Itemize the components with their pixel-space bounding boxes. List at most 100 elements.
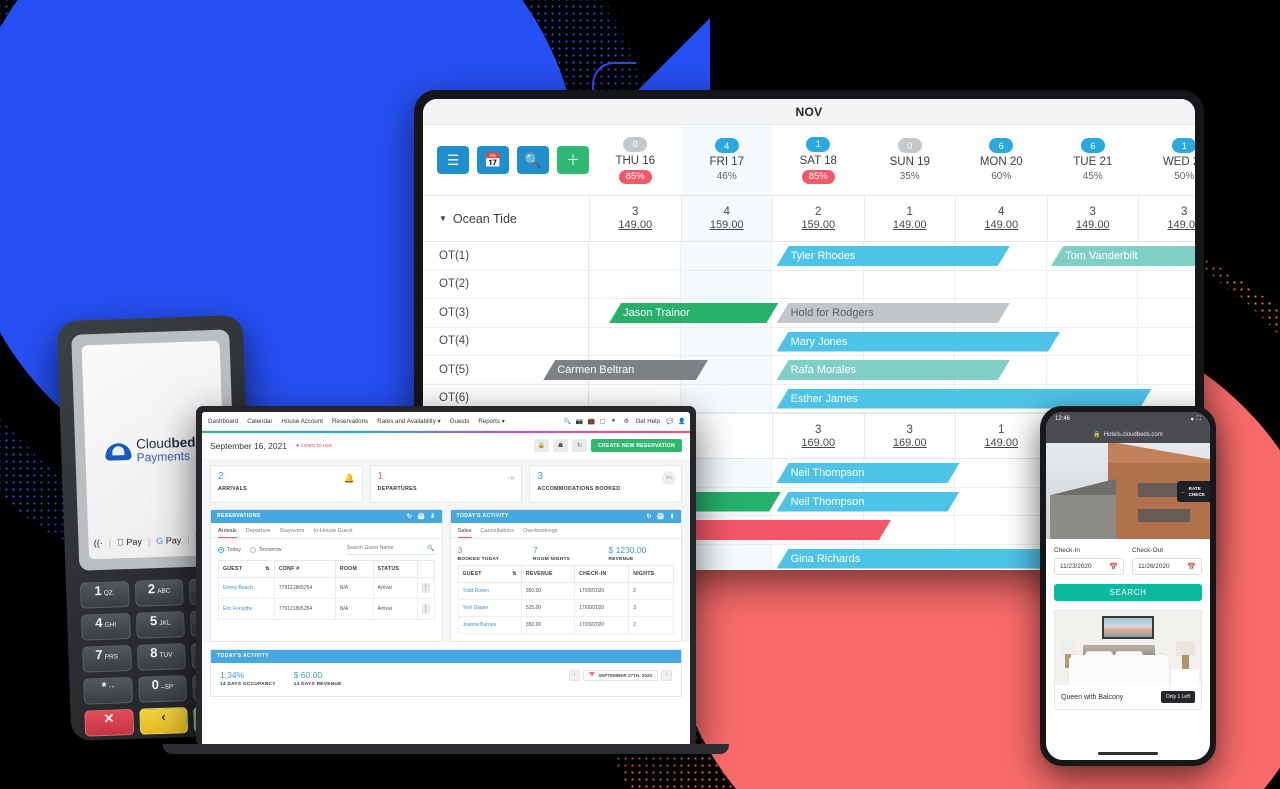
keypad-key-0[interactable]: 0 –SP: [137, 675, 188, 703]
reservation-bar[interactable]: Tyler Rhodes: [777, 246, 1010, 266]
radio-tomorrow[interactable]: Tomorrow: [249, 546, 282, 553]
more-options-icon[interactable]: ⋮: [421, 582, 430, 593]
prev-period-button[interactable]: ‹: [569, 669, 581, 681]
rate-cell[interactable]: 2 159.00: [772, 196, 864, 241]
calendar-cell[interactable]: [955, 459, 1047, 487]
calendar-cell[interactable]: [1138, 356, 1195, 384]
tab-stayovers[interactable]: Stayovers: [280, 528, 305, 538]
calendar-room-row[interactable]: OT(4) Mary Jones: [423, 327, 1195, 356]
rate-check-tab[interactable]: ← RATE CHECK: [1177, 481, 1210, 503]
calendar-cell[interactable]: [1138, 299, 1195, 327]
date-range-pill[interactable]: 📅 SEPTEMBER 27TH, 2020: [583, 669, 658, 681]
next-period-button[interactable]: ›: [661, 669, 672, 681]
reservation-bar[interactable]: Gina Richards: [777, 549, 1061, 569]
rate-cell[interactable]: 1 149.00: [955, 414, 1047, 458]
chat-icon[interactable]: 💬: [666, 418, 673, 425]
get-help-link[interactable]: Get Help: [636, 418, 660, 425]
reservation-bar[interactable]: Jason Trainor: [609, 303, 778, 323]
tab-in-house-guest[interactable]: In-House Guest: [313, 528, 352, 538]
calendar-cell[interactable]: [589, 270, 681, 298]
more-options-icon[interactable]: ⋮: [421, 603, 430, 614]
keypad-key-7[interactable]: 7 PRS: [82, 644, 132, 673]
nav-reports[interactable]: Reports ▾: [478, 418, 505, 425]
row-actions-cell[interactable]: ⋮: [416, 597, 435, 620]
checkout-date-input[interactable]: 11/26/2020 📅: [1132, 558, 1202, 575]
globe-icon[interactable]: ●: [612, 418, 618, 424]
learn-to-use-link[interactable]: ● Learn to use: [296, 443, 332, 449]
guest-search-box[interactable]: 🔍: [346, 545, 435, 555]
calendar-icon[interactable]: 📅: [1109, 563, 1118, 571]
download-icon[interactable]: ⬇: [430, 513, 435, 520]
table-row[interactable]: Joanna Barnes 350.00 17/09/2020 2: [457, 615, 674, 634]
calendar-cell[interactable]: [955, 270, 1047, 298]
search-icon[interactable]: 🔍: [517, 146, 549, 174]
search-icon[interactable]: 🔍: [564, 418, 571, 425]
nav-dashboard[interactable]: Dashboard: [208, 418, 238, 425]
calendar-cell[interactable]: [680, 270, 772, 298]
backspace-key[interactable]: ‹: [138, 707, 189, 735]
calendar-room-row[interactable]: OT(3) Jason Trainor Hold for Rodgers: [423, 299, 1195, 328]
table-row[interactable]: Emmy Beach 779121865254 N/A Arrival ⋮: [218, 576, 435, 599]
camera-icon[interactable]: 📷: [576, 418, 583, 425]
camera-icon[interactable]: ☗: [553, 439, 569, 452]
tab-overbookings[interactable]: Overbookings: [523, 528, 558, 538]
col-guest[interactable]: GUEST ⇅: [218, 559, 275, 578]
rate-cell[interactable]: 3149.00: [1046, 196, 1139, 241]
tab-cancellations[interactable]: Cancellations: [481, 528, 515, 538]
checkin-date-input[interactable]: 11/23/2020 📅: [1054, 558, 1124, 575]
tab-departure[interactable]: Departure: [246, 528, 271, 538]
tab-sales[interactable]: Sales: [457, 528, 472, 538]
keypad-key-8[interactable]: 8 TUV: [136, 643, 187, 671]
tab-arrivals[interactable]: Arrivals: [218, 528, 237, 538]
calendar-cell[interactable]: [1138, 271, 1195, 299]
refresh-icon[interactable]: ↻: [646, 513, 651, 520]
table-row[interactable]: Eric Forsythe 779121865254 N/A Arrival ⋮: [218, 597, 435, 620]
calendar-room-row[interactable]: OT(2): [423, 270, 1195, 299]
gear-icon[interactable]: ⚙: [624, 418, 630, 425]
keypad-key-*[interactable]: * ' ": [83, 676, 133, 705]
rate-cell[interactable]: 3 169.00: [772, 414, 864, 458]
refresh-icon[interactable]: ↻: [407, 513, 412, 520]
nav-calendar[interactable]: Calendar: [247, 418, 272, 425]
room-type-row[interactable]: ▼ Ocean Tide 3 149.00 4 159.00 2 159.00 1 149.0…: [423, 196, 1195, 242]
reservation-bar[interactable]: Carmen Beltran: [543, 360, 708, 380]
keypad-key-1[interactable]: 1 QZ.: [79, 581, 130, 609]
calendar-day-column[interactable]: 1 SAT 18 85%: [772, 125, 864, 195]
browser-url-bar[interactable]: 🔒 Hotels.cloudbeds.com: [1046, 426, 1210, 443]
rate-cell[interactable]: 4 159.00: [680, 196, 772, 241]
table-cell[interactable]: Todd Rosen: [457, 581, 522, 600]
table-cell[interactable]: Eric Forsythe: [218, 597, 275, 620]
create-new-reservation-button[interactable]: CREATE NEW RESERVATION: [591, 439, 682, 452]
print-icon[interactable]: 🖨: [657, 513, 665, 520]
refresh-icon[interactable]: ↻: [572, 439, 588, 452]
table-row[interactable]: Todd Rosen 350.00 17/09/2020 2: [457, 581, 674, 600]
keypad-key-5[interactable]: 5 JKL: [135, 611, 186, 639]
nav-guests[interactable]: Guests: [450, 418, 470, 425]
reservation-bar[interactable]: Hold for Rodgers: [777, 303, 1010, 323]
calendar-day-column[interactable]: 0 SUN 19 35%: [864, 125, 956, 195]
calendar-cell[interactable]: [955, 487, 1047, 515]
calendar-cell[interactable]: [1047, 356, 1138, 384]
cancel-key[interactable]: ✕: [84, 708, 134, 737]
reservation-bar[interactable]: Neil Thompson: [777, 492, 960, 512]
search-guest-input[interactable]: [346, 545, 428, 551]
user-icon[interactable]: 👤: [678, 418, 685, 425]
menu-icon[interactable]: ☰: [437, 146, 469, 174]
reservation-bar[interactable]: Tom Vanderbilt: [1051, 246, 1195, 266]
calendar-day-column[interactable]: 6 TUE 21 45%: [1047, 125, 1139, 195]
keypad-key-4[interactable]: 4 GHI: [80, 613, 131, 641]
calendar-day-column[interactable]: 1 WED 22 50%: [1138, 125, 1195, 195]
calendar-cell[interactable]: [589, 327, 681, 355]
tablet-icon[interactable]: ▢: [600, 418, 606, 425]
col-guest[interactable]: GUEST ⇅: [457, 564, 522, 583]
calendar-icon[interactable]: 📅: [477, 146, 509, 174]
rate-cell[interactable]: 3 169.00: [863, 414, 956, 458]
calendar-cell[interactable]: [955, 516, 1047, 544]
calendar-room-row[interactable]: OT(1) Tyler Rhodes Tom Vanderbilt: [423, 242, 1195, 271]
calendar-cell[interactable]: [589, 242, 681, 270]
kpi-card-arrivals[interactable]: 2 ARRIVALS 🔔: [210, 464, 363, 503]
row-actions-cell[interactable]: ⋮: [416, 576, 435, 599]
calendar-room-row[interactable]: OT(5) Carmen Beltran Rafa Morales: [423, 356, 1195, 385]
table-row[interactable]: Terri Glaser 525.00 17/09/2020 3: [457, 598, 674, 617]
radio-today[interactable]: Today: [218, 546, 241, 553]
